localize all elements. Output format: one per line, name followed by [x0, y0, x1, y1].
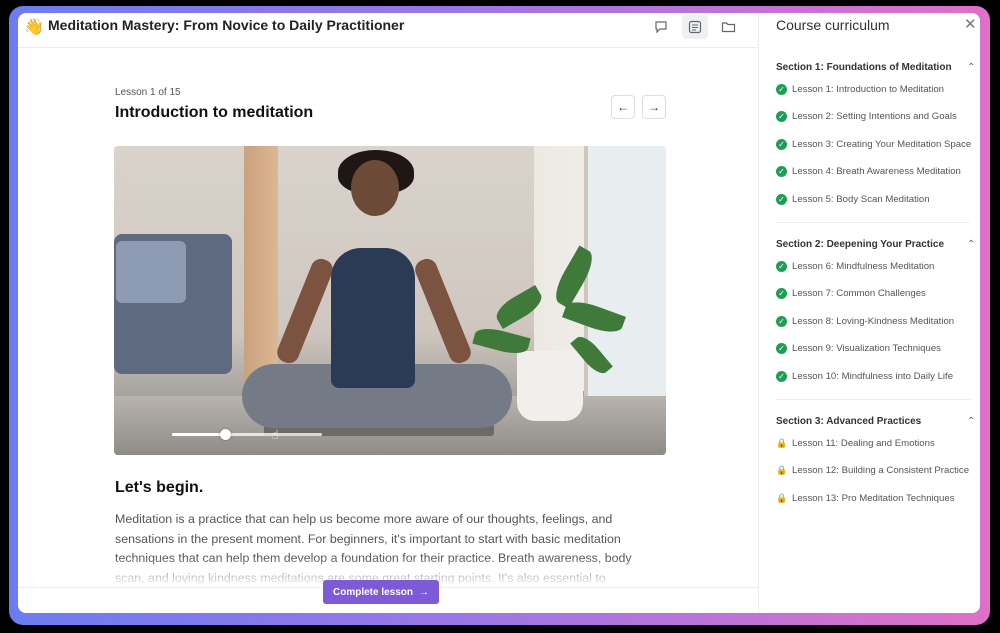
- lesson-item[interactable]: ✓ Lesson 8: Loving-Kindness Meditation: [776, 312, 980, 330]
- waving-hand-icon: 👋: [24, 19, 44, 36]
- check-icon: ✓: [776, 315, 787, 327]
- lock-icon: 🔒: [776, 465, 788, 475]
- lesson-content: Lesson 1 of 15 Introduction to meditatio…: [18, 47, 758, 587]
- lesson-label: Lesson 10: Mindfulness into Daily Life: [792, 370, 954, 382]
- lesson-label: Lesson 12: Building a Consistent Practic…: [792, 465, 970, 476]
- lesson-item[interactable]: ✓ Lesson 4: Breath Awareness Meditation: [776, 163, 980, 181]
- chevron-up-icon[interactable]: ⌃: [967, 416, 975, 427]
- close-icon[interactable]: ✕: [964, 15, 977, 33]
- check-icon: ✓: [776, 166, 787, 177]
- section-header[interactable]: Section 1: Foundations of Meditation: [776, 62, 952, 73]
- person-head: [351, 160, 399, 216]
- lesson-item[interactable]: ✓ Lesson 1: Introduction to Meditation: [776, 80, 980, 98]
- lesson-title: Introduction to meditation: [115, 104, 314, 121]
- check-icon: ✓: [776, 138, 787, 150]
- section-header[interactable]: Section 2: Deepening Your Practice: [776, 239, 944, 250]
- lesson-item[interactable]: 🔒 Lesson 11: Dealing and Emotions: [776, 434, 980, 452]
- scrubber-progress: [172, 433, 225, 436]
- lesson-item[interactable]: ✓ Lesson 6: Mindfulness Meditation: [776, 257, 980, 275]
- curriculum-sidebar: Course curriculum ✕ Section 1: Foundatio…: [758, 13, 980, 613]
- check-icon: ✓: [776, 370, 787, 382]
- previous-lesson-button[interactable]: ←: [611, 95, 635, 119]
- hand-cursor-icon: ☝: [271, 427, 279, 442]
- lesson-label: Lesson 6: Mindfulness Meditation: [792, 260, 935, 272]
- list-icon[interactable]: [682, 15, 708, 39]
- chevron-up-icon[interactable]: ⌃: [967, 62, 975, 73]
- check-icon: ✓: [776, 83, 787, 95]
- person-torso: [331, 248, 415, 388]
- chevron-up-icon[interactable]: ⌃: [967, 239, 975, 250]
- app-window: 👋 Meditation Mastery: From Novice to Dai…: [18, 13, 980, 613]
- lesson-label: Lesson 3: Creating Your Meditation Space: [792, 138, 972, 150]
- pillow: [116, 241, 186, 303]
- lesson-item[interactable]: ✓ Lesson 7: Common Challenges: [776, 285, 980, 303]
- lesson-item[interactable]: 🔒 Lesson 12: Building a Consistent Practi…: [776, 462, 980, 480]
- lesson-label: Lesson 1: Introduction to Meditation: [792, 83, 944, 95]
- section-heading: Let's begin.: [115, 479, 204, 496]
- check-icon: ✓: [776, 193, 787, 205]
- chat-icon[interactable]: [648, 15, 674, 39]
- video-scrubber[interactable]: [172, 433, 322, 436]
- lesson-item[interactable]: ✓ Lesson 5: Body Scan Meditation: [776, 190, 980, 208]
- lesson-item[interactable]: 🔒 Lesson 13: Pro Meditation Techniques: [776, 489, 980, 507]
- lesson-label: Lesson 2: Setting Intentions and Goals: [792, 111, 957, 122]
- lesson-item[interactable]: ✓ Lesson 2: Setting Intentions and Goals: [776, 108, 980, 126]
- lesson-label: Lesson 5: Body Scan Meditation: [792, 193, 930, 205]
- check-icon: ✓: [776, 288, 787, 299]
- course-title: Meditation Mastery: From Novice to Daily…: [48, 17, 405, 33]
- sidebar-title: Course curriculum: [776, 17, 890, 33]
- header: 👋 Meditation Mastery: From Novice to Dai…: [18, 13, 758, 48]
- lock-icon: 🔒: [776, 437, 788, 448]
- lesson-label: Lesson 11: Dealing and Emotions: [792, 437, 935, 449]
- plant-pot: [517, 351, 583, 421]
- lesson-item[interactable]: ✓ Lesson 9: Visualization Techniques: [776, 340, 980, 358]
- footer: Complete lesson →: [18, 580, 758, 613]
- section-divider: [776, 398, 970, 400]
- folder-icon[interactable]: [715, 15, 741, 39]
- check-icon: ✓: [776, 111, 787, 122]
- lesson-item[interactable]: ✓ Lesson 10: Mindfulness into Daily Life: [776, 367, 980, 385]
- lesson-label: Lesson 8: Loving-Kindness Meditation: [792, 315, 955, 327]
- next-lesson-button[interactable]: →: [642, 95, 666, 119]
- lesson-label: Lesson 4: Breath Awareness Meditation: [792, 166, 961, 177]
- lesson-label: Lesson 7: Common Challenges: [792, 288, 926, 299]
- lesson-item[interactable]: ✓ Lesson 3: Creating Your Meditation Spac…: [776, 135, 980, 153]
- complete-lesson-button[interactable]: Complete lesson →: [323, 580, 439, 604]
- complete-lesson-label: Complete lesson: [332, 586, 414, 598]
- lesson-label: Lesson 9: Visualization Techniques: [792, 343, 941, 354]
- lock-icon: 🔒: [776, 492, 788, 503]
- check-icon: ✓: [776, 343, 787, 354]
- check-icon: ✓: [776, 260, 787, 272]
- scrubber-handle[interactable]: [219, 429, 231, 440]
- arrow-right-icon: →: [419, 586, 430, 598]
- lesson-video[interactable]: ☝: [114, 146, 666, 455]
- arrow-right-icon: →: [648, 100, 660, 114]
- section-header[interactable]: Section 3: Advanced Practices: [776, 416, 921, 427]
- lesson-count: Lesson 1 of 15: [115, 87, 181, 98]
- lesson-label: Lesson 13: Pro Meditation Techniques: [792, 492, 955, 504]
- arrow-left-icon: ←: [617, 100, 629, 114]
- section-divider: [776, 221, 970, 223]
